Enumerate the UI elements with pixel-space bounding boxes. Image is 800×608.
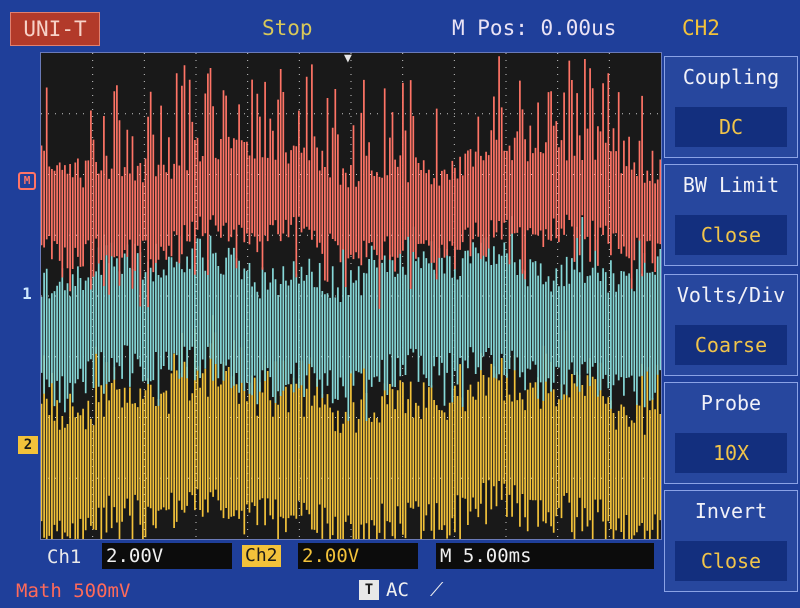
menu-invert[interactable]: Invert Close — [664, 490, 798, 592]
ch1-marker: 1 — [22, 284, 32, 303]
menu-coupling-title: Coupling — [682, 65, 780, 89]
run-status: Stop — [262, 16, 313, 40]
ch1-label: Ch1 — [47, 546, 82, 568]
trigger-icon: T — [359, 580, 379, 600]
menu-probe-title: Probe — [700, 391, 762, 415]
menu-coupling[interactable]: Coupling DC — [664, 56, 798, 158]
math-marker: M — [18, 172, 36, 190]
timebase: M 5.00ms — [436, 543, 654, 569]
math-scale: Math 500mV — [16, 580, 131, 602]
menu-coupling-value: DC — [675, 107, 787, 147]
oscilloscope-screen: UNI-T Stop M Pos: 0.00us CH2 ▼ M 1 2 Cou… — [0, 0, 800, 608]
menu-invert-value: Close — [675, 541, 787, 581]
ch2-label: Ch2 — [242, 545, 281, 567]
ch2-marker: 2 — [18, 436, 38, 454]
menu-volts-div-value: Coarse — [675, 325, 787, 365]
waveform-canvas — [41, 53, 661, 539]
menu-volts-div-title: Volts/Div — [676, 283, 786, 307]
menu-probe-value: 10X — [675, 433, 787, 473]
horizontal-position: M Pos: 0.00us — [452, 16, 617, 40]
ch1-scale: 2.00V — [102, 543, 232, 569]
waveform-display — [40, 52, 662, 540]
brand-label: UNI-T — [10, 12, 100, 46]
trigger-edge-icon: ⟋ — [430, 579, 444, 601]
menu-bw-limit-value: Close — [675, 215, 787, 255]
menu-bw-limit-title: BW Limit — [682, 173, 780, 197]
menu-probe[interactable]: Probe 10X — [664, 382, 798, 484]
ch2-scale: 2.00V — [298, 543, 418, 569]
menu-volts-div[interactable]: Volts/Div Coarse — [664, 274, 798, 376]
trigger-coupling: AC — [386, 579, 409, 601]
trigger-position-marker: ▼ — [344, 51, 352, 66]
menu-invert-title: Invert — [694, 499, 768, 523]
menu-bw-limit[interactable]: BW Limit Close — [664, 164, 798, 266]
menu-channel-title: CH2 — [682, 16, 720, 40]
